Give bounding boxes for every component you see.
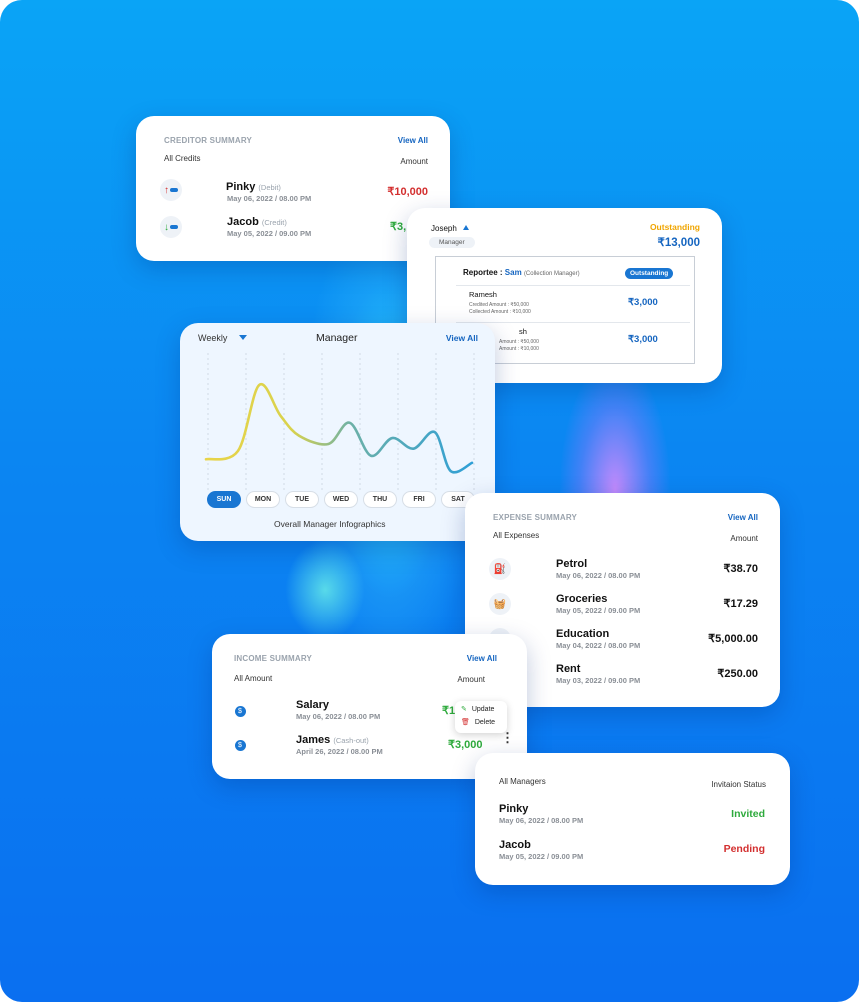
- card-subtitle: All Credits: [164, 154, 201, 163]
- role-badge: Manager: [429, 237, 475, 248]
- outstanding-total: ₹13,000: [657, 237, 701, 249]
- list-item-date: May 05, 2022 / 09.00 PM: [556, 606, 641, 615]
- card-subtitle: All Expenses: [493, 531, 540, 540]
- divider: [456, 322, 690, 323]
- outstanding-badge: Outstanding: [625, 268, 674, 279]
- status-badge: Invited: [731, 808, 765, 820]
- period-label: Weekly: [198, 333, 228, 343]
- list-item-amount: ₹3,000: [448, 739, 483, 751]
- list-item-date: May 06, 2022 / 08.00 PM: [296, 712, 381, 721]
- credited-amount: Amount : ₹50,000: [499, 339, 539, 345]
- list-item-date: April 26, 2022 / 08.00 PM: [296, 747, 383, 756]
- view-all-link[interactable]: View All: [728, 513, 758, 522]
- reportee-header: Reportee : Sam (Collection Manager): [463, 268, 580, 277]
- creditor-summary-card: CREDITOR SUMMARY View All All Credits Am…: [136, 116, 450, 261]
- list-item-date: May 06, 2022 / 08.00 PM: [227, 194, 312, 203]
- manager-name: Pinky: [499, 803, 529, 815]
- credited-amount: Credited Amount : ₹50,000: [469, 302, 529, 308]
- chart-title: Manager: [316, 332, 358, 344]
- card-title: All Managers: [499, 777, 546, 786]
- more-options-icon[interactable]: ⋮: [501, 731, 514, 744]
- status-badge: Pending: [723, 843, 765, 855]
- list-item-amount: ₹17.29: [723, 598, 758, 610]
- table-row: sh Amount : ₹50,000 Amount : ₹10,000 ₹3,…: [469, 327, 679, 357]
- manager-name: Jacob: [499, 839, 531, 851]
- list-item-name: Pinky (Debit): [226, 181, 281, 193]
- line-chart: [204, 353, 475, 493]
- card-title: EXPENSE SUMMARY: [493, 513, 578, 522]
- status-header: Invitaion Status: [711, 780, 766, 789]
- edit-icon: ✎: [461, 706, 467, 713]
- divider: [456, 285, 690, 286]
- list-item-amount: ₹5,000.00: [708, 633, 758, 645]
- list-item-name: Rent: [556, 663, 581, 675]
- list-item-name: Salary: [296, 699, 330, 711]
- list-item-name: Jacob (Credit): [227, 216, 287, 228]
- amount-header: Amount: [730, 534, 758, 543]
- list-item-amount: ₹3,: [390, 221, 407, 233]
- reportee-name: sh: [519, 327, 527, 336]
- collected-amount: Amount : ₹10,000: [499, 346, 539, 352]
- list-item-date: May 04, 2022 / 08.00 PM: [556, 641, 641, 650]
- menu-item-update[interactable]: ✎ Update: [461, 705, 494, 713]
- amount-header: Amount: [457, 675, 485, 684]
- list-item-name: Petrol: [556, 558, 588, 570]
- list-item-amount: ₹250.00: [717, 668, 758, 680]
- manager-chart-card: Weekly Manager View All SUN MON TUE WED THU F…: [180, 323, 495, 541]
- coin-icon: $: [229, 700, 251, 722]
- card-title: INCOME SUMMARY: [234, 654, 313, 663]
- view-all-link[interactable]: View All: [398, 136, 428, 145]
- tab-tue[interactable]: TUE: [285, 491, 319, 508]
- list-item-name: Groceries: [556, 593, 608, 605]
- list-item-name: Education: [556, 628, 610, 640]
- tab-fri[interactable]: FRI: [402, 491, 436, 508]
- tab-wed[interactable]: WED: [324, 491, 358, 508]
- view-all-link[interactable]: View All: [467, 654, 497, 663]
- glow-decoration: [285, 540, 365, 640]
- list-item-date: May 05, 2022 / 09.00 PM: [227, 229, 312, 238]
- row-amount: ₹3,000: [628, 334, 658, 345]
- reportee-name: Ramesh: [469, 290, 497, 299]
- coin-icon: $: [229, 734, 251, 756]
- list-item-date: May 03, 2022 / 09.00 PM: [556, 676, 641, 685]
- row-amount: ₹3,000: [628, 297, 658, 308]
- basket-icon: 🧺: [489, 593, 511, 615]
- card-title: CREDITOR SUMMARY: [164, 136, 253, 145]
- trash-icon: 🗑: [461, 719, 470, 726]
- collected-amount: Collected Amount : ₹10,000: [469, 309, 531, 315]
- tab-sun[interactable]: SUN: [207, 491, 241, 508]
- list-item-name: James (Cash-out): [296, 734, 369, 746]
- manager-dropdown[interactable]: Joseph: [431, 224, 470, 233]
- managers-card: All Managers Invitaion Status Pinky May …: [475, 753, 790, 885]
- manager-date: May 06, 2022 / 08.00 PM: [499, 816, 584, 825]
- page-background: CREDITOR SUMMARY View All All Credits Am…: [0, 0, 859, 1002]
- list-item-amount: ₹38.70: [723, 563, 758, 575]
- caret-down-icon: [238, 335, 247, 340]
- chevron-up-icon: [463, 225, 470, 230]
- manager-date: May 05, 2022 / 09.00 PM: [499, 852, 584, 861]
- chart-caption: Overall Manager Infographics: [274, 519, 386, 529]
- outstanding-label: Outstanding: [649, 222, 700, 232]
- list-item-date: May 06, 2022 / 08.00 PM: [556, 571, 641, 580]
- fuel-icon: ⛽: [489, 558, 511, 580]
- context-menu: ✎ Update 🗑 Delete: [455, 701, 507, 733]
- menu-item-delete[interactable]: 🗑 Delete: [461, 718, 495, 726]
- table-row: Ramesh Credited Amount : ₹50,000 Collect…: [469, 290, 679, 320]
- list-item-amount: ₹10,000: [387, 186, 428, 198]
- view-all-link[interactable]: View All: [446, 333, 478, 343]
- arrow-down-icon: ↓: [160, 216, 182, 238]
- period-dropdown[interactable]: Weekly: [198, 333, 247, 343]
- tab-thu[interactable]: THU: [363, 491, 397, 508]
- manager-name: Joseph: [431, 224, 457, 233]
- tab-mon[interactable]: MON: [246, 491, 280, 508]
- amount-header: Amount: [400, 157, 428, 166]
- arrow-up-icon: ↑: [160, 179, 182, 201]
- card-subtitle: All Amount: [234, 674, 273, 683]
